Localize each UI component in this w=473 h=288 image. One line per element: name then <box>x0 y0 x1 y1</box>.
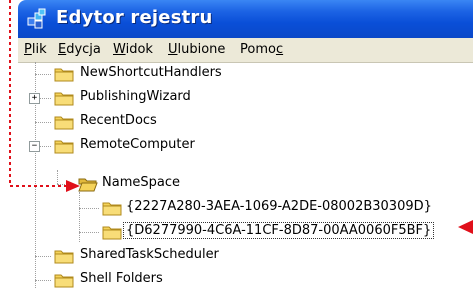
tree-item-label: Shell Folders <box>80 271 163 286</box>
menu-pomoc[interactable]: Pomoc <box>240 42 283 57</box>
tree-item-guid-d6277990[interactable]: {D6277990-4C6A-11CF-8D87-00AA0060F5BF} <box>18 220 473 244</box>
tree-item-label: RecentDocs <box>80 113 157 128</box>
tree-item-remotecomputer[interactable]: − RemoteComputer <box>18 134 473 158</box>
menu-edycja[interactable]: Edycja <box>58 42 101 57</box>
tree-item-label: SharedTaskScheduler <box>80 247 219 262</box>
folder-icon <box>54 68 74 82</box>
folder-icon <box>54 274 74 288</box>
tree-item-recentdocs[interactable]: RecentDocs <box>18 110 473 134</box>
open-folder-icon <box>78 178 98 192</box>
window-title: Edytor rejestru <box>56 7 213 28</box>
tree-item-sharedtaskscheduler[interactable]: SharedTaskScheduler <box>18 244 473 268</box>
title-bar[interactable]: Edytor rejestru <box>18 0 473 38</box>
tree-item-publishingwizard[interactable]: + PublishingWizard <box>18 86 473 110</box>
tree-item-newshortcuthandlers[interactable]: NewShortcutHandlers <box>18 62 473 86</box>
folder-icon <box>102 226 122 240</box>
collapse-toggle[interactable]: − <box>29 141 40 152</box>
folder-icon <box>54 116 74 130</box>
tree-item-label: NameSpace <box>102 175 180 190</box>
folder-icon <box>54 92 74 106</box>
tree-item-shellfolders[interactable]: Shell Folders <box>18 268 473 288</box>
folder-icon <box>54 250 74 264</box>
folder-icon <box>102 202 122 216</box>
registry-app-icon <box>27 8 46 29</box>
menu-plik[interactable]: Plik <box>24 42 47 57</box>
registry-tree: NewShortcutHandlers + PublishingWizard R… <box>18 62 473 288</box>
menu-ulubione[interactable]: Ulubione <box>168 42 225 57</box>
expand-toggle[interactable]: + <box>29 93 40 104</box>
tree-item-namespace[interactable]: NameSpace <box>18 172 473 196</box>
tree-item-label: PublishingWizard <box>80 89 191 104</box>
tree-item-label: RemoteComputer <box>80 137 195 152</box>
tree-item-label: {D6277990-4C6A-11CF-8D87-00AA0060F5BF} <box>122 222 435 239</box>
folder-icon <box>54 140 74 154</box>
tree-item-guid-2227a280[interactable]: {2227A280-3AEA-1069-A2DE-08002B30309D} <box>18 196 473 220</box>
tree-item-label: NewShortcutHandlers <box>80 65 222 80</box>
registry-editor-window: Edytor rejestru Plik Edycja Widok Ulubio… <box>18 0 473 288</box>
menu-widok[interactable]: Widok <box>113 42 153 57</box>
tree-item-label: {2227A280-3AEA-1069-A2DE-08002B30309D} <box>126 199 432 214</box>
menu-bar: Plik Edycja Widok Ulubione Pomoc <box>18 38 473 63</box>
